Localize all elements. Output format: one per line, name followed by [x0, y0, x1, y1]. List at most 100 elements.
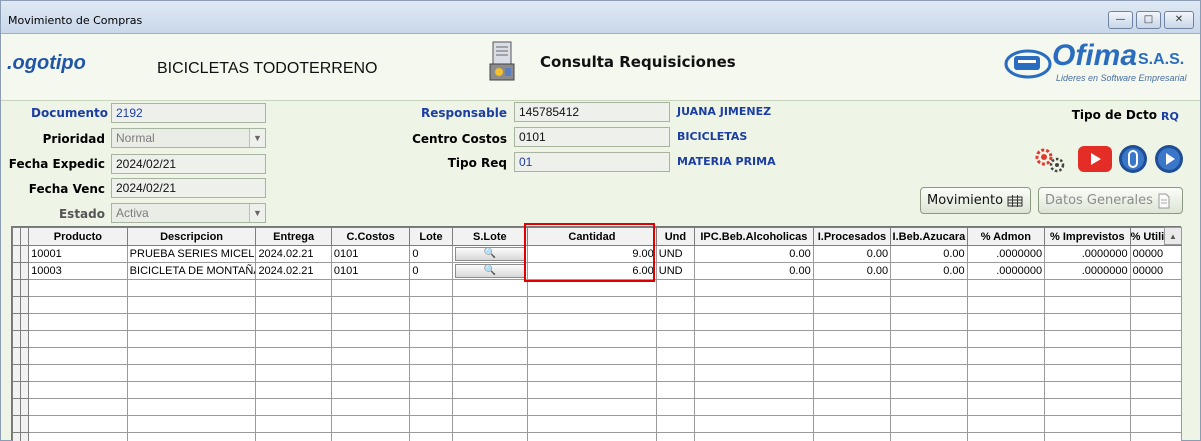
empty-cell[interactable] — [28, 279, 128, 297]
cell-iprocesados[interactable]: 0.00 — [812, 262, 892, 280]
empty-cell[interactable] — [255, 415, 332, 433]
empty-cell[interactable] — [409, 381, 453, 399]
empty-cell[interactable] — [655, 381, 696, 399]
empty-cell[interactable] — [812, 347, 892, 365]
empty-cell[interactable] — [1129, 279, 1183, 297]
empty-table-row[interactable] — [11, 330, 1183, 348]
minimize-button[interactable]: — — [1108, 11, 1133, 29]
empty-cell[interactable] — [255, 364, 332, 382]
empty-cell[interactable] — [527, 330, 657, 348]
empty-cell[interactable] — [527, 313, 657, 331]
empty-cell[interactable] — [694, 432, 814, 441]
empty-cell[interactable] — [409, 296, 453, 314]
row-selector[interactable] — [20, 330, 30, 348]
empty-cell[interactable] — [966, 398, 1046, 416]
cell-slote[interactable]: 🔍 — [451, 245, 529, 263]
empty-table-row[interactable] — [11, 415, 1183, 433]
table-row[interactable]: 10001 PRUEBA SERIES MICELU 2024.02.21 01… — [11, 245, 1183, 263]
empty-cell[interactable] — [1044, 432, 1131, 441]
empty-cell[interactable] — [1129, 415, 1183, 433]
empty-cell[interactable] — [330, 381, 411, 399]
gears-icon[interactable] — [1032, 146, 1068, 174]
row-selector[interactable] — [20, 262, 30, 280]
estado-select[interactable]: Activa ▼ — [111, 203, 266, 223]
empty-table-row[interactable] — [11, 364, 1183, 382]
cell-und[interactable]: UND — [655, 262, 696, 280]
row-selector[interactable] — [11, 364, 22, 382]
empty-cell[interactable] — [1044, 279, 1131, 297]
empty-cell[interactable] — [255, 381, 332, 399]
empty-cell[interactable] — [451, 347, 529, 365]
empty-table-row[interactable] — [11, 313, 1183, 331]
empty-cell[interactable] — [330, 313, 411, 331]
cell-cantidad[interactable]: 6.00 — [527, 262, 657, 280]
empty-cell[interactable] — [966, 296, 1046, 314]
empty-cell[interactable] — [126, 381, 257, 399]
cell-ipc[interactable]: 0.00 — [694, 262, 814, 280]
cell-iprocesados[interactable]: 0.00 — [812, 245, 892, 263]
empty-cell[interactable] — [451, 313, 529, 331]
empty-cell[interactable] — [655, 398, 696, 416]
empty-cell[interactable] — [890, 296, 968, 314]
row-selector[interactable] — [20, 381, 30, 399]
empty-cell[interactable] — [28, 432, 128, 441]
cell-und[interactable]: UND — [655, 245, 696, 263]
empty-cell[interactable] — [527, 432, 657, 441]
column-header[interactable]: S.Lote — [451, 227, 529, 246]
empty-cell[interactable] — [126, 398, 257, 416]
cell-lote[interactable]: 0 — [409, 245, 453, 263]
empty-cell[interactable] — [330, 330, 411, 348]
empty-cell[interactable] — [527, 347, 657, 365]
cell-admon[interactable]: .0000000 — [966, 245, 1046, 263]
responsable-field[interactable]: 145785412 — [514, 102, 670, 122]
empty-cell[interactable] — [28, 296, 128, 314]
column-header[interactable]: IPC.Beb.Alcoholicas — [694, 227, 814, 246]
prioridad-select[interactable]: Normal ▼ — [111, 128, 266, 148]
cell-descripcion[interactable]: BICICLETA DE MONTAÑA — [126, 262, 257, 280]
empty-cell[interactable] — [126, 330, 257, 348]
empty-cell[interactable] — [255, 432, 332, 441]
row-selector[interactable] — [11, 330, 22, 348]
fecha-expedic-field[interactable]: 2024/02/21 — [111, 154, 266, 174]
empty-cell[interactable] — [451, 279, 529, 297]
empty-cell[interactable] — [812, 415, 892, 433]
empty-cell[interactable] — [1044, 330, 1131, 348]
row-selector[interactable] — [11, 245, 22, 263]
cell-ibebazucara[interactable]: 0.00 — [890, 262, 968, 280]
fecha-venc-field[interactable]: 2024/02/21 — [111, 178, 266, 198]
empty-cell[interactable] — [409, 313, 453, 331]
empty-table-row[interactable] — [11, 347, 1183, 365]
empty-cell[interactable] — [694, 381, 814, 399]
empty-cell[interactable] — [655, 330, 696, 348]
empty-cell[interactable] — [451, 398, 529, 416]
empty-cell[interactable] — [694, 313, 814, 331]
empty-cell[interactable] — [812, 330, 892, 348]
empty-cell[interactable] — [1044, 381, 1131, 399]
empty-cell[interactable] — [527, 381, 657, 399]
empty-cell[interactable] — [966, 432, 1046, 441]
row-selector[interactable] — [20, 313, 30, 331]
row-selector[interactable] — [11, 262, 22, 280]
empty-cell[interactable] — [694, 330, 814, 348]
empty-cell[interactable] — [126, 347, 257, 365]
cell-ipc[interactable]: 0.00 — [694, 245, 814, 263]
cell-lote[interactable]: 0 — [409, 262, 453, 280]
empty-cell[interactable] — [890, 313, 968, 331]
row-selector[interactable] — [11, 415, 22, 433]
empty-cell[interactable] — [1044, 364, 1131, 382]
column-header[interactable]: Lote — [409, 227, 453, 246]
empty-cell[interactable] — [694, 415, 814, 433]
datos-generales-button[interactable]: Datos Generales — [1038, 187, 1183, 214]
empty-cell[interactable] — [409, 415, 453, 433]
empty-cell[interactable] — [409, 364, 453, 382]
cell-admon[interactable]: .0000000 — [966, 262, 1046, 280]
close-button[interactable]: ✕ — [1164, 11, 1194, 29]
empty-cell[interactable] — [255, 398, 332, 416]
empty-cell[interactable] — [812, 279, 892, 297]
empty-cell[interactable] — [890, 398, 968, 416]
empty-cell[interactable] — [812, 432, 892, 441]
cell-utilid[interactable]: 00000 — [1129, 262, 1183, 280]
empty-cell[interactable] — [28, 364, 128, 382]
empty-cell[interactable] — [330, 296, 411, 314]
empty-cell[interactable] — [527, 296, 657, 314]
